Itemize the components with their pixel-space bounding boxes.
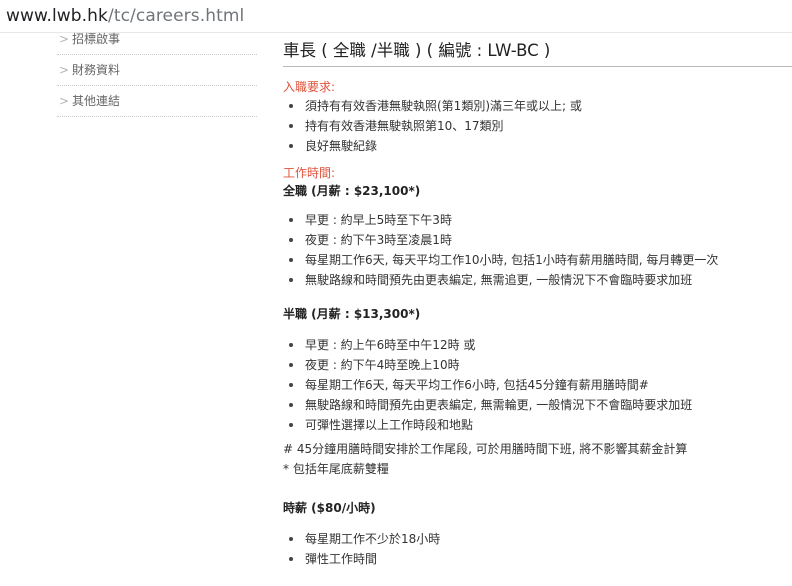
hourly-salary-label: 時薪 ($80/小時): [283, 501, 376, 515]
requirements-heading: 入職要求:: [283, 80, 336, 94]
sidebar-item-label: 其他連結: [72, 94, 121, 108]
list-item: 早更 : 約早上5時至下午3時: [283, 210, 792, 230]
list-item: 可彈性選擇以上工作時段和地點: [283, 415, 792, 435]
list-item: 持有有效香港無駛執照第10、17類別: [283, 116, 792, 136]
meal-time-note: # 45分鐘用膳時間安排於工作尾段, 可於用膳時間下班, 將不影響其薪金計算: [283, 442, 688, 456]
list-item: 無駛路線和時間預先由更表編定, 無需追更, 一般情況下不會臨時要求加班: [283, 270, 792, 290]
parttime-list: 早更 : 約上午6時至中午12時 或 夜更 : 約下午4時至晚上10時 每星期工…: [283, 335, 792, 435]
job-title: 車長 ( 全職 /半職 ) ( 編號 : LW-BC ): [283, 30, 792, 67]
sidebar-item-label: 招標啟事: [72, 32, 121, 46]
parttime-salary-label: 半職 (月薪 : $13,300*): [283, 307, 421, 321]
list-item: 彈性工作時間: [283, 549, 792, 569]
chevron-right-icon: >: [59, 32, 70, 46]
sidebar-item-tenders[interactable]: > 招標啟事: [57, 30, 257, 55]
bonus-note: * 包括年尾底薪雙糧: [283, 462, 389, 476]
list-item: 夜更 : 約下午4時至晚上10時: [283, 355, 792, 375]
url-host: www.lwb.hk: [6, 6, 108, 26]
job-posting: 車長 ( 全職 /半職 ) ( 編號 : LW-BC ) 入職要求: 須持有有效…: [283, 30, 792, 569]
list-item: 每星期工作6天, 每天平均工作10小時, 包括1小時有薪用膳時間, 每月轉更一次: [283, 250, 792, 270]
sidebar-item-label: 財務資料: [72, 63, 121, 77]
fulltime-salary-label: 全職 (月薪 : $23,100*): [283, 184, 421, 198]
sidebar-nav: > 招標啟事 > 財務資料 > 其他連結: [57, 30, 257, 117]
list-item: 良好無駛紀錄: [283, 136, 792, 156]
list-item: 無駛路線和時間預先由更表編定, 無需輪更, 一般情況下不會臨時要求加班: [283, 395, 792, 415]
sidebar-item-other-links[interactable]: > 其他連結: [57, 86, 257, 117]
list-item: 須持有有效香港無駛執照(第1類別)滿三年或以上; 或: [283, 96, 792, 116]
list-item: 每星期工作不少於18小時: [283, 529, 792, 549]
hourly-list: 每星期工作不少於18小時 彈性工作時間: [283, 529, 792, 569]
sidebar-item-financial-info[interactable]: > 財務資料: [57, 55, 257, 86]
browser-address-bar[interactable]: www.lwb.hk/tc/careers.html: [0, 0, 792, 33]
list-item: 早更 : 約上午6時至中午12時 或: [283, 335, 792, 355]
fulltime-list: 早更 : 約早上5時至下午3時 夜更 : 約下午3時至凌晨1時 每星期工作6天,…: [283, 210, 792, 290]
url-path: /tc/careers.html: [108, 6, 245, 26]
list-item: 夜更 : 約下午3時至凌晨1時: [283, 230, 792, 250]
requirements-list: 須持有有效香港無駛執照(第1類別)滿三年或以上; 或 持有有效香港無駛執照第10…: [283, 96, 792, 156]
chevron-right-icon: >: [59, 94, 70, 108]
url-text[interactable]: www.lwb.hk/tc/careers.html: [6, 6, 244, 26]
chevron-right-icon: >: [59, 63, 70, 77]
hours-heading: 工作時間:: [283, 166, 336, 180]
list-item: 每星期工作6天, 每天平均工作6小時, 包括45分鐘有薪用膳時間#: [283, 375, 792, 395]
